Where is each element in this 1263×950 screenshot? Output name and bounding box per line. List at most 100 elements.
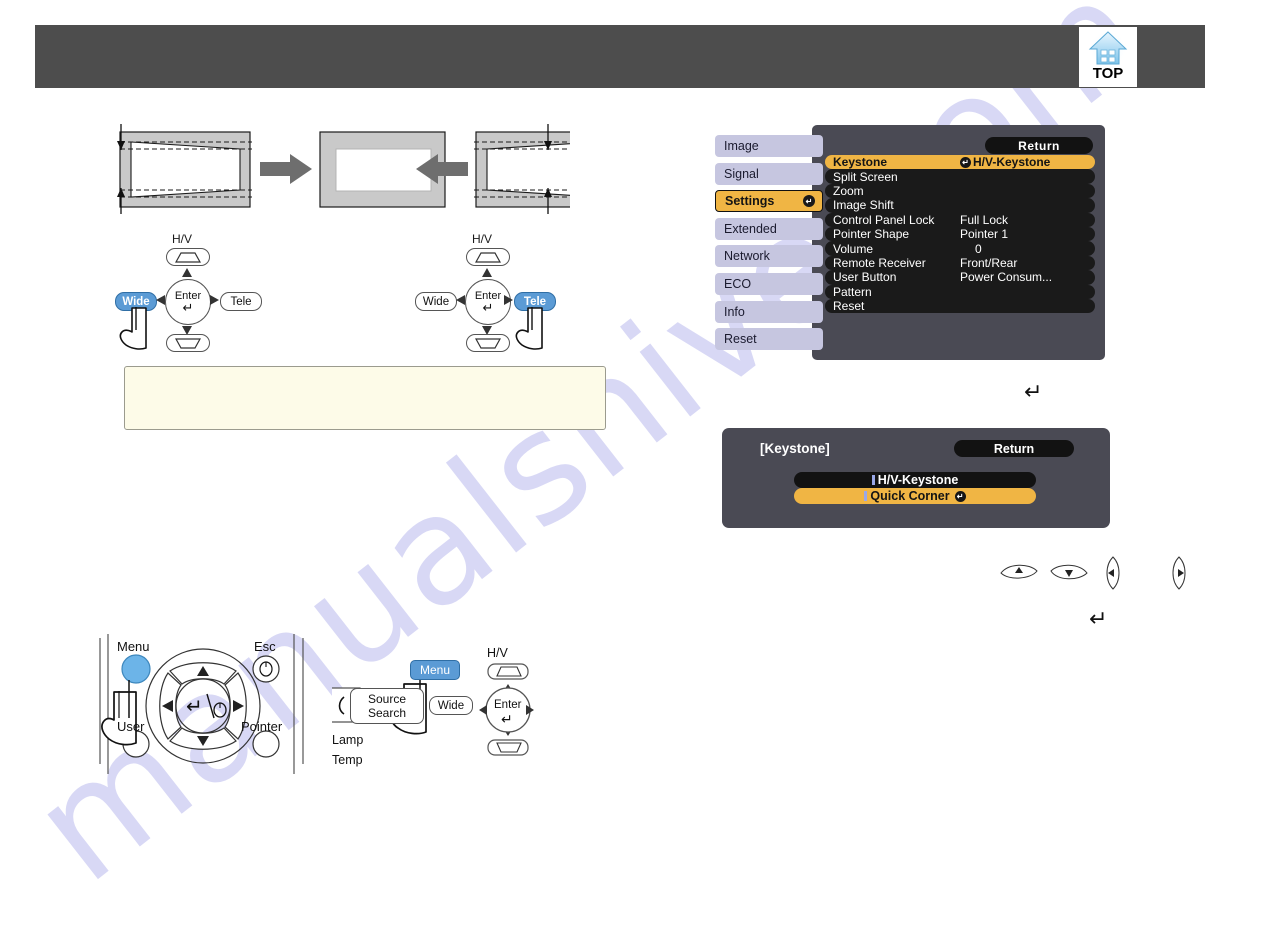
- projector-panel-illustration: Enter ↵ Menu Source Search Wide H/V Lamp…: [332, 640, 542, 780]
- tele-button-label: Tele: [230, 295, 252, 308]
- sidebar-label-eco: ECO: [724, 276, 752, 291]
- sidebar-label-signal: Signal: [724, 166, 759, 181]
- arrow-down-key: [1050, 564, 1088, 580]
- lamp-label: Lamp: [332, 733, 364, 747]
- arrow-up-key: [1000, 564, 1038, 579]
- sidebar-label-network: Network: [724, 249, 770, 264]
- menu-label-remote-receiver: Remote Receiver: [833, 255, 926, 270]
- esc-button-remote: [252, 655, 280, 683]
- menu-value-control-panel-lock: Full Lock: [960, 212, 1009, 227]
- trapezoid-right: [474, 124, 607, 214]
- sidebar-label-settings: Settings: [725, 194, 775, 209]
- sidebar-label-info: Info: [724, 304, 745, 319]
- tele-button-inactive[interactable]: Tele: [220, 292, 262, 311]
- sidebar-item-signal[interactable]: Signal: [715, 162, 823, 185]
- sidebar-label-reset: Reset: [724, 332, 757, 347]
- remote-user-label: User: [117, 719, 145, 734]
- arrow-right-indicator-wide: [210, 295, 219, 305]
- menu-row-pointer-shape[interactable]: Pointer Shape Pointer 1: [825, 226, 1095, 242]
- submenu-option-hv-keystone[interactable]: H/V-Keystone: [794, 472, 1036, 488]
- pointer-button-remote: [252, 730, 280, 758]
- menu-button-projector[interactable]: Menu: [410, 660, 460, 680]
- top-nav-button[interactable]: TOP: [1079, 27, 1137, 87]
- remote-control-illustration: ↵ Menu Esc User Pointer: [98, 634, 308, 779]
- pointing-hand-icon-wide: [119, 307, 147, 350]
- pointing-hand-icon-tele: [515, 307, 543, 350]
- header-bar: [35, 25, 1205, 88]
- menu-label-user-button: User Button: [833, 270, 897, 285]
- return-button-submenu[interactable]: Return: [954, 440, 1074, 457]
- enter-arrow-icon-wide: ↵: [182, 300, 194, 315]
- arrow-left-key: [1106, 556, 1120, 590]
- enter-icon-settings: ↵: [803, 195, 815, 208]
- source-search-line1: Source: [367, 692, 407, 706]
- menu-value-remote-receiver: Front/Rear: [960, 255, 1018, 270]
- osd-menu-rows: Keystone ↵ H/V-Keystone Split Screen Zoom…: [825, 155, 1095, 314]
- sidebar-item-reset[interactable]: Reset: [715, 328, 823, 351]
- source-search-button[interactable]: Source Search: [350, 688, 424, 724]
- enter-button-wide[interactable]: Enter ↵: [165, 279, 211, 325]
- arrow-right-key: [1172, 556, 1186, 590]
- menu-row-pattern[interactable]: Pattern: [825, 284, 1095, 299]
- menu-row-reset[interactable]: Reset: [825, 298, 1095, 314]
- sidebar-item-extended[interactable]: Extended: [715, 217, 823, 240]
- osd-keystone-submenu: [Keystone] Return H/V-Keystone Quick Cor…: [722, 428, 1110, 528]
- remote-menu-label: Menu: [117, 639, 150, 654]
- menu-row-split-screen[interactable]: Split Screen: [825, 169, 1095, 184]
- menu-value-user-button: Power Consum...: [960, 270, 1053, 285]
- sidebar-item-network[interactable]: Network: [715, 245, 823, 268]
- top-nav-label: TOP: [1092, 65, 1124, 82]
- menu-row-control-panel-lock[interactable]: Control Panel Lock Full Lock: [825, 212, 1095, 227]
- menu-label-split-screen: Split Screen: [833, 169, 898, 184]
- dpad-ring: ↵: [145, 648, 261, 764]
- sidebar-item-eco[interactable]: ECO: [715, 272, 823, 295]
- menu-row-remote-receiver[interactable]: Remote Receiver Front/Rear: [825, 255, 1095, 271]
- menu-row-zoom[interactable]: Zoom: [825, 183, 1095, 199]
- sidebar-item-settings[interactable]: Settings ↵: [715, 190, 823, 213]
- note-box: [124, 366, 606, 430]
- menu-row-user-button[interactable]: User Button Power Consum...: [825, 270, 1095, 285]
- keystone-down-key-tele[interactable]: [466, 334, 510, 352]
- dpad-enter-icon: ↵: [186, 694, 203, 718]
- enter-icon-quick-corner: ↵: [954, 490, 966, 502]
- menu-value-keystone: H/V-Keystone: [973, 155, 1051, 170]
- osd-main-menu: Image Signal Settings ↵ Extended Network …: [715, 125, 1105, 360]
- return-button-main[interactable]: Return: [985, 137, 1093, 154]
- option-marker-quick-corner: [864, 491, 868, 501]
- sidebar-item-image[interactable]: Image: [715, 135, 823, 157]
- menu-row-volume[interactable]: Volume 0: [825, 241, 1095, 256]
- menu-value-pointer-shape: Pointer 1: [960, 227, 1009, 242]
- arrow-keys-row: [995, 553, 1195, 593]
- enter-step-marker-2: ↵: [1089, 606, 1108, 631]
- menu-label-pattern: Pattern: [833, 284, 872, 299]
- submenu-label-hv-keystone: H/V-Keystone: [877, 473, 959, 487]
- hv-label-projector: H/V: [487, 646, 508, 660]
- arrow-up-indicator-wide: [182, 268, 192, 277]
- keystone-up-key-tele[interactable]: [466, 248, 510, 266]
- keystone-up-key-wide[interactable]: [166, 248, 210, 266]
- home-top-icon: [1085, 29, 1131, 69]
- menu-button-remote: [121, 654, 151, 684]
- menu-row-keystone[interactable]: Keystone ↵ H/V-Keystone: [825, 155, 1095, 170]
- osd-sidebar: Image Signal Settings ↵ Extended Network …: [715, 135, 823, 356]
- sidebar-label-extended: Extended: [724, 221, 777, 236]
- keystone-correction-diagram: [100, 122, 607, 217]
- wide-button-inactive[interactable]: Wide: [415, 292, 457, 311]
- zoom-wide-control-group: H/V Enter ↵ Wide Tele: [104, 232, 354, 352]
- wide-button-label-projector: Wide: [437, 699, 465, 712]
- keystone-down-key-wide[interactable]: [166, 334, 210, 352]
- remote-pointer-label: Pointer: [241, 719, 283, 734]
- pointing-hand-icon-remote: [101, 680, 137, 746]
- menu-label-keystone: Keystone: [833, 155, 888, 170]
- menu-row-image-shift[interactable]: Image Shift: [825, 198, 1095, 213]
- sidebar-item-info[interactable]: Info: [715, 300, 823, 323]
- hv-label-tele: H/V: [472, 232, 493, 246]
- menu-label-image-shift: Image Shift: [833, 198, 894, 213]
- temp-label: Temp: [332, 753, 363, 767]
- menu-button-label-projector: Menu: [419, 663, 451, 677]
- remote-esc-label: Esc: [254, 639, 276, 654]
- submenu-option-quick-corner[interactable]: Quick Corner ↵: [794, 488, 1036, 504]
- wide-button-projector[interactable]: Wide: [429, 696, 473, 715]
- svg-text:Enter: Enter: [494, 699, 522, 711]
- menu-label-reset: Reset: [833, 299, 865, 314]
